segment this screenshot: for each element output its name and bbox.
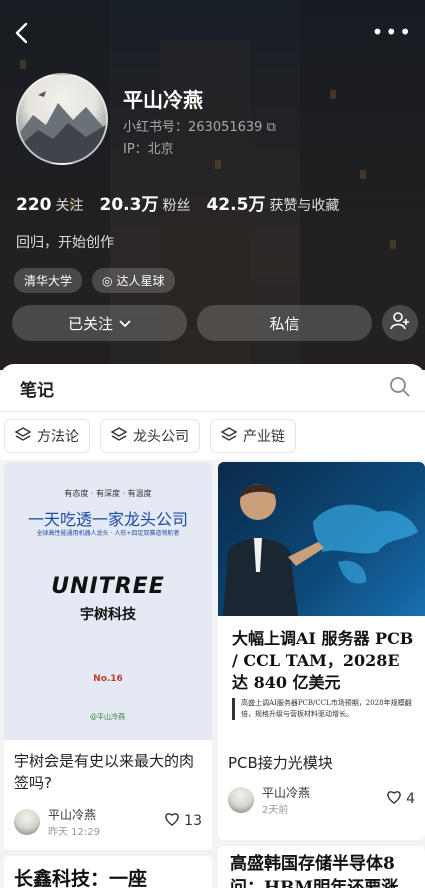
note-title: PCB接力光模块 bbox=[228, 754, 333, 772]
note-cover-text: 大幅上调AI 服务器 PCB / CCL TAM，2028E 达 840 亿美元… bbox=[218, 616, 425, 756]
cover-logo: UNITREE bbox=[51, 574, 165, 599]
note-card[interactable]: 有态度 · 有深度 · 有温度 一天吃透一家龙头公司 全球高性能通用机器人龙头 … bbox=[4, 462, 212, 850]
heart-icon bbox=[164, 812, 180, 830]
author-name: 平山冷燕 bbox=[262, 786, 311, 800]
profile-id[interactable]: 小红书号：263051639 ⧉ bbox=[123, 116, 276, 135]
category-leading-companies[interactable]: 龙头公司 bbox=[100, 419, 200, 453]
like-button[interactable]: 4 bbox=[386, 790, 415, 808]
note-cover-title: 高盛韩国存储半导体8问：HBM明年还要涨 bbox=[230, 854, 399, 888]
author-name: 平山冷燕 bbox=[48, 808, 97, 822]
cover-heading: 大幅上调AI 服务器 PCB / CCL TAM，2028E 达 840 亿美元 bbox=[232, 629, 414, 692]
avatar bbox=[228, 787, 254, 813]
cover-headline: 一天吃透一家龙头公司 bbox=[27, 510, 188, 529]
heart-icon bbox=[386, 790, 402, 808]
chevron-down-icon bbox=[119, 314, 131, 332]
stat-number: 42.5万 bbox=[206, 195, 266, 215]
layers-icon bbox=[110, 427, 128, 445]
note-card[interactable]: 大幅上调AI 服务器 PCB / CCL TAM，2028E 达 840 亿美元… bbox=[218, 462, 425, 840]
copy-icon[interactable]: ⧉ bbox=[267, 120, 276, 135]
followed-label: 已关注 bbox=[67, 314, 113, 333]
note-cover-title: 长鑫科技：一座 bbox=[14, 868, 148, 888]
profile-tags: 清华大学 ◎ 达人星球 bbox=[14, 268, 175, 293]
cover-issue-number: No.16 bbox=[93, 674, 123, 684]
note-author[interactable]: 平山冷燕 昨天 12:29 bbox=[14, 806, 100, 838]
cover-subtitle: 有态度 · 有深度 · 有温度 bbox=[64, 489, 152, 498]
stat-following[interactable]: 220 关注 bbox=[16, 195, 84, 215]
notes-feed: 有态度 · 有深度 · 有温度 一天吃透一家龙头公司 全球高性能通用机器人龙头 … bbox=[0, 460, 425, 888]
category-methodology[interactable]: 方法论 bbox=[4, 419, 90, 453]
message-button[interactable]: 私信 bbox=[197, 305, 372, 341]
profile-bio: 回归，开始创作 bbox=[16, 235, 114, 251]
category-label: 产业链 bbox=[243, 429, 285, 445]
tag-label: 清华大学 bbox=[24, 274, 73, 288]
followed-button[interactable]: 已关注 bbox=[12, 305, 187, 341]
note-cover-image bbox=[218, 462, 425, 616]
stat-number: 220 bbox=[16, 195, 52, 215]
stat-followers[interactable]: 20.3万 粉丝 bbox=[100, 190, 191, 215]
add-user-icon bbox=[390, 311, 410, 335]
stat-label: 关注 bbox=[55, 198, 84, 214]
back-arrow-icon[interactable] bbox=[14, 22, 36, 44]
cover-paragraph: 高盛上调AI服务器PCB/CCL市场预期，2028年规模翻倍，规格升级与营板材料… bbox=[232, 698, 421, 720]
note-author[interactable]: 平山冷燕 2天前 bbox=[228, 784, 310, 816]
note-card[interactable]: 高盛韩国存储半导体8问：HBM明年还要涨 bbox=[218, 846, 425, 888]
profile-name: 平山冷燕 bbox=[123, 88, 203, 112]
category-industry-chain[interactable]: 产业链 bbox=[210, 419, 296, 453]
tag-label: 达人星球 bbox=[116, 274, 165, 288]
note-time: 昨天 12:29 bbox=[48, 827, 100, 838]
stat-number: 20.3万 bbox=[99, 195, 159, 215]
notes-panel: 笔记 方法论 龙头公司 产业链 有态度 · 有深度 · 有温度 一天吃透一家龙头… bbox=[0, 364, 425, 888]
divider bbox=[0, 411, 425, 412]
search-icon[interactable] bbox=[389, 376, 411, 398]
cover-watermark: @平山冷燕 bbox=[90, 713, 125, 721]
like-count: 13 bbox=[184, 813, 202, 829]
profile-ip: IP：北京 bbox=[123, 142, 174, 157]
star-planet-icon: ◎ bbox=[102, 273, 113, 288]
tab-notes[interactable]: 笔记 bbox=[20, 376, 54, 401]
avatar bbox=[14, 809, 40, 835]
like-button[interactable]: 13 bbox=[164, 812, 202, 830]
cover-logo-cn: 宇树科技 bbox=[80, 607, 136, 623]
note-card[interactable]: 长鑫科技：一座 bbox=[4, 856, 212, 888]
category-label: 方法论 bbox=[37, 429, 79, 445]
profile-id-text: 小红书号：263051639 bbox=[123, 120, 263, 135]
like-count: 4 bbox=[406, 791, 415, 807]
note-time: 2天前 bbox=[262, 805, 289, 816]
more-options-icon[interactable]: ••• bbox=[372, 20, 413, 44]
add-friend-button[interactable] bbox=[382, 305, 418, 341]
category-filters: 方法论 龙头公司 产业链 bbox=[4, 419, 296, 453]
note-cover-image: 有态度 · 有深度 · 有温度 一天吃透一家龙头公司 全球高性能通用机器人龙头 … bbox=[4, 462, 212, 740]
avatar[interactable] bbox=[16, 73, 108, 165]
profile-stats: 220 关注 20.3万 粉丝 42.5万 获赞与收藏 bbox=[16, 190, 339, 215]
note-title: 宇树会是有史以来最大的肉签吗? bbox=[14, 752, 195, 792]
stat-label: 获赞与收藏 bbox=[269, 198, 340, 214]
category-label: 龙头公司 bbox=[133, 429, 189, 445]
layers-icon bbox=[220, 427, 238, 445]
stat-label: 粉丝 bbox=[162, 198, 191, 214]
layers-icon bbox=[14, 427, 32, 445]
tag-star[interactable]: ◎ 达人星球 bbox=[92, 268, 175, 293]
message-label: 私信 bbox=[269, 314, 300, 333]
stat-likes[interactable]: 42.5万 获赞与收藏 bbox=[206, 190, 339, 215]
tag-school[interactable]: 清华大学 bbox=[14, 268, 83, 293]
cover-tagline: 全球高性能通用机器人龙头 · 人形+四足双赛道领航者 bbox=[36, 530, 180, 537]
